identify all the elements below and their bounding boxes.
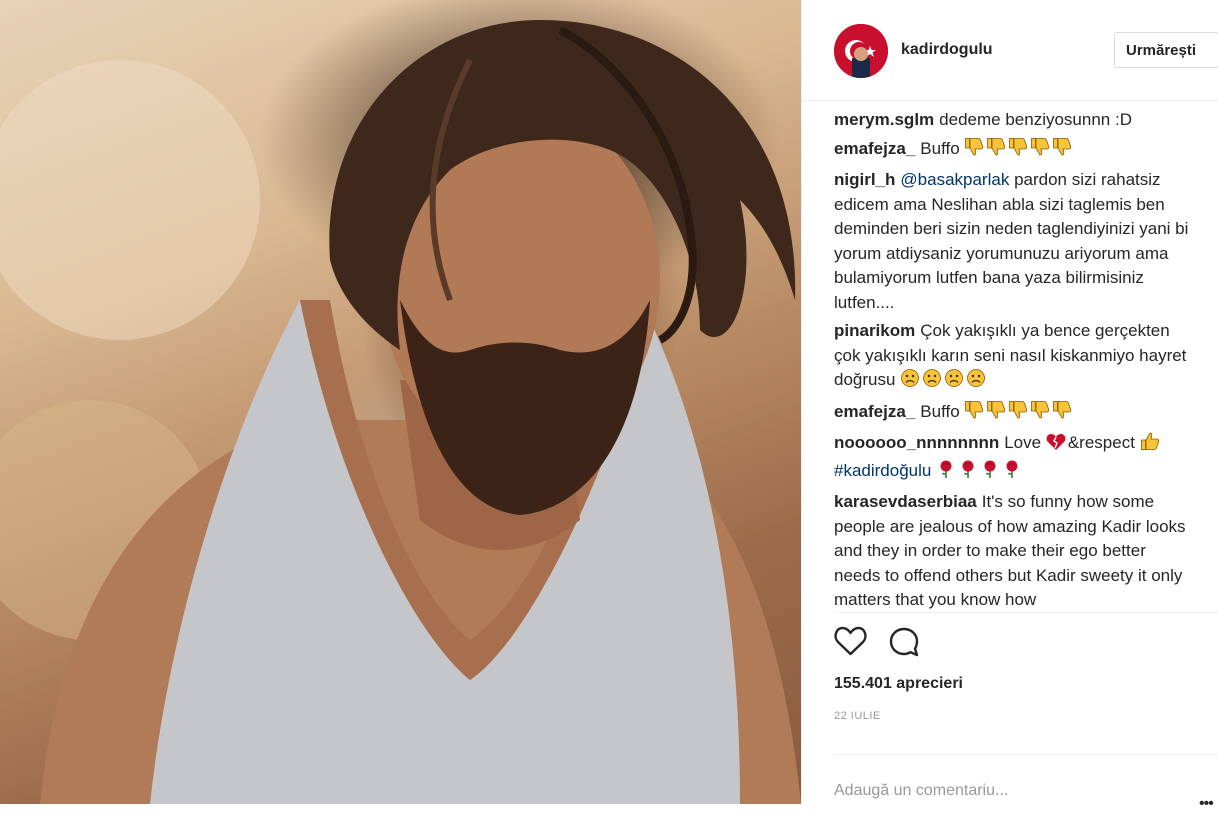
comment-item: nigirl_h @basakparlak pardon sizi rahatsi… — [834, 168, 1194, 315]
rose-icon — [1002, 459, 1022, 487]
broken-heart-icon — [1046, 433, 1066, 459]
comment-item: emafejza_ Buffo — [834, 400, 1194, 428]
comment-hashtag-link[interactable]: #kadirdoğulu — [834, 461, 931, 480]
rose-icon — [980, 459, 1000, 487]
comment-username[interactable]: emafejza_ — [834, 402, 915, 421]
likes-count[interactable]: 155.401 aprecieri — [834, 675, 963, 693]
thumbs-up-icon — [1140, 431, 1160, 459]
rose-emoji-row — [936, 460, 1024, 480]
comments-list[interactable]: merym.sglm dedeme benziyosunnn :D emafejz… — [834, 108, 1194, 613]
thumbs-down-icon — [1008, 137, 1028, 165]
thumbs-down-emoji-row — [964, 137, 1074, 158]
comment-input-divider — [834, 754, 1218, 755]
thumbs-down-icon — [986, 137, 1006, 165]
comment-bubble-icon[interactable] — [888, 626, 920, 663]
thumbs-down-icon — [1008, 400, 1028, 428]
post-photo[interactable] — [0, 0, 801, 804]
thumbs-down-icon — [964, 400, 984, 428]
comment-item: noooooo_nnnnnnnn Love &respect #kadirdoğu… — [834, 431, 1194, 486]
comment-item: merym.sglm dedeme benziyosunnn :D — [834, 108, 1194, 133]
photo-illustration — [0, 20, 801, 804]
thumbs-down-icon — [1052, 400, 1072, 428]
frowning-face-icon — [922, 368, 942, 396]
comment-text: Love — [1004, 433, 1042, 452]
comment-item: emafejza_ Buffo — [834, 137, 1194, 165]
thumbs-down-icon — [1030, 137, 1050, 165]
comment-text: dedeme benziyosunnn :D — [939, 110, 1132, 129]
more-options-icon[interactable]: ••• — [1199, 795, 1214, 813]
comment-item: pinarikom Çok yakışıklı ya bence gerçekte… — [834, 319, 1194, 396]
frowning-face-icon — [900, 368, 920, 396]
following-button[interactable]: Urmărești — [1114, 32, 1218, 68]
comment-mention-link[interactable]: @basakparlak — [900, 170, 1009, 189]
rose-icon — [958, 459, 978, 487]
actions-divider — [834, 612, 1218, 613]
rose-icon — [936, 459, 956, 487]
add-comment-input[interactable] — [834, 782, 1164, 800]
comment-username[interactable]: emafejza_ — [834, 139, 915, 158]
comment-username[interactable]: noooooo_nnnnnnnn — [834, 433, 999, 452]
comment-username[interactable]: pinarikom — [834, 321, 915, 340]
thumbs-down-icon — [1052, 137, 1072, 165]
comment-text: Buffo — [920, 401, 960, 421]
comment-username[interactable]: karasevdaserbiaa — [834, 492, 977, 511]
thumbs-down-icon — [1030, 400, 1050, 428]
comment-item: karasevdaserbiaa It's so funny how some p… — [834, 490, 1194, 613]
post-side-panel: kadirdogulu Urmărești merym.sglm dedeme b… — [801, 0, 1218, 812]
avatar-image — [834, 24, 888, 78]
post-author-username[interactable]: kadirdogulu — [901, 41, 993, 59]
frowning-face-icon — [944, 368, 964, 396]
comment-username[interactable]: merym.sglm — [834, 110, 934, 129]
like-heart-icon[interactable] — [834, 626, 867, 661]
thumbs-down-icon — [986, 400, 1006, 428]
post-header: kadirdogulu Urmărești — [802, 0, 1218, 101]
comment-text: pardon sizi rahatsiz edicem ama Neslihan… — [834, 170, 1189, 312]
post-date: 22 IULIE — [834, 710, 881, 722]
frowning-face-emoji-row — [900, 369, 988, 389]
thumbs-down-emoji-row — [964, 400, 1074, 421]
avatar[interactable] — [834, 24, 888, 78]
comment-username[interactable]: nigirl_h — [834, 170, 895, 189]
comment-text-continued: &respect — [1067, 433, 1135, 452]
comment-text: Buffo — [920, 138, 960, 158]
frowning-face-icon — [966, 368, 986, 396]
thumbs-down-icon — [964, 137, 984, 165]
